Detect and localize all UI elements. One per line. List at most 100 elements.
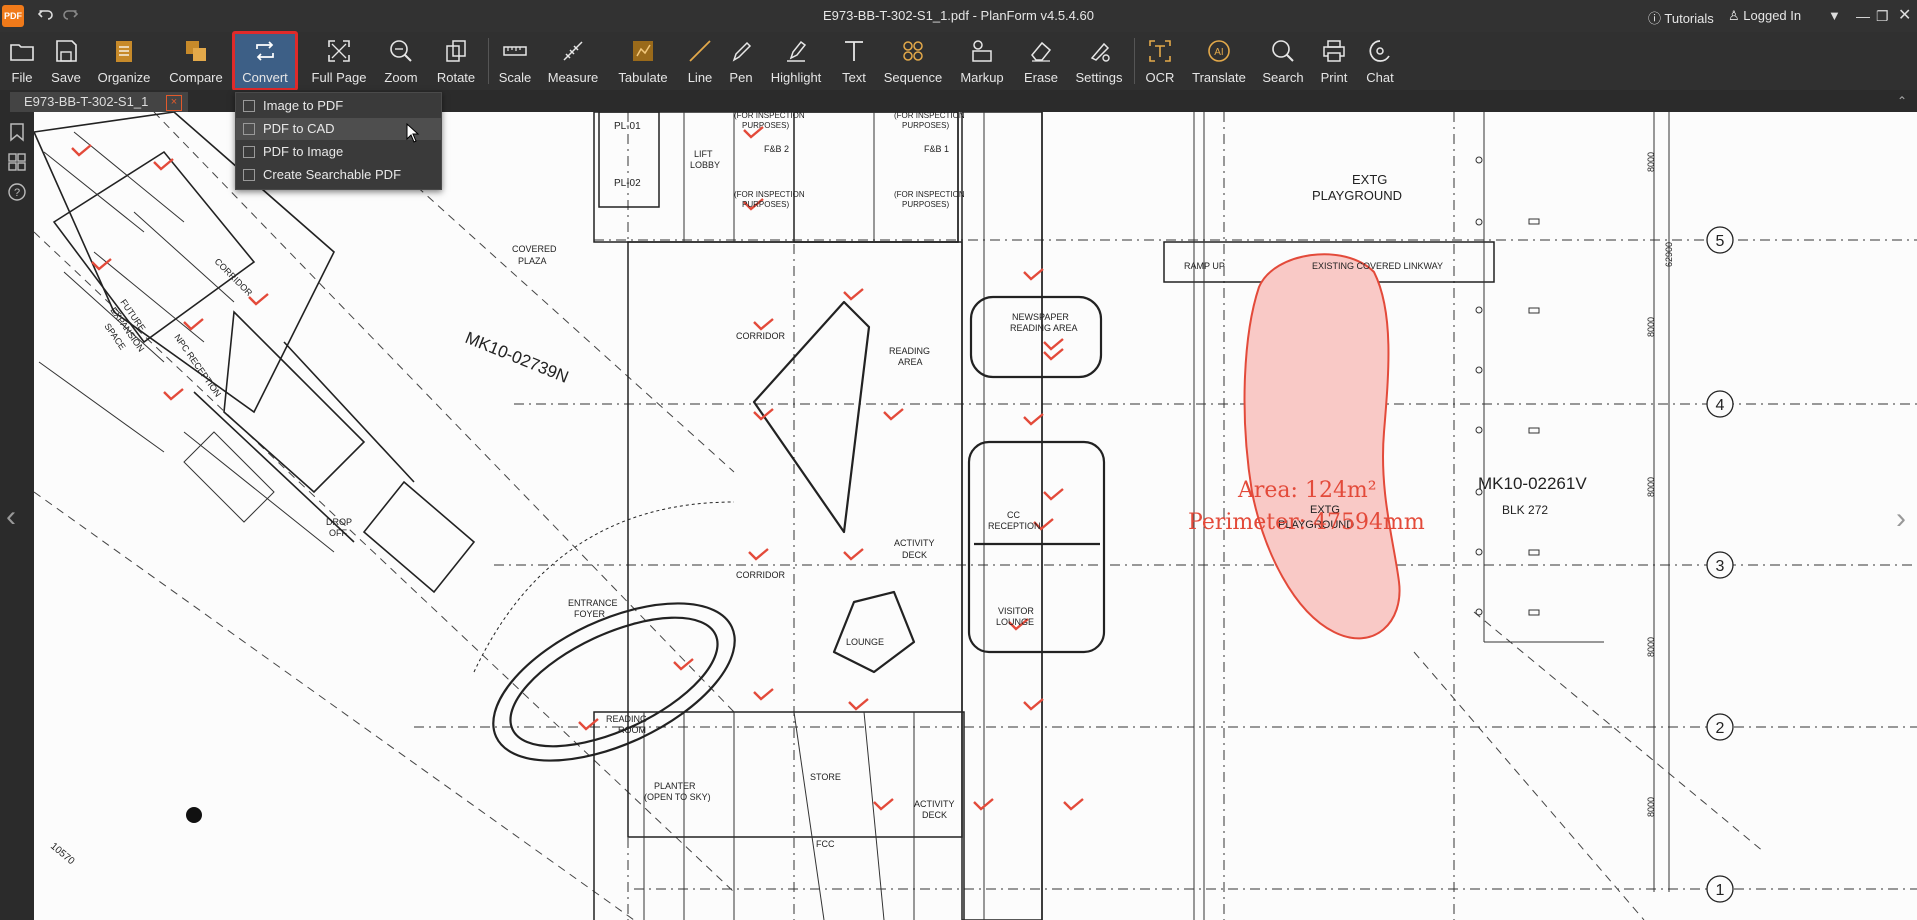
close-tab-icon[interactable]: × bbox=[166, 95, 182, 111]
next-page-arrow-icon[interactable]: › bbox=[1896, 502, 1906, 536]
convert-label: Convert bbox=[242, 70, 288, 85]
document-tab-name: E973-BB-T-302-S1_1 bbox=[24, 94, 149, 109]
erase-button[interactable]: Erase bbox=[1018, 32, 1064, 90]
grid-label-2: 2 bbox=[1716, 720, 1725, 737]
help-icon[interactable]: ? bbox=[7, 182, 27, 202]
label-for-inspection-4: (FOR INSPECTION bbox=[894, 190, 965, 199]
grid-label-3: 3 bbox=[1716, 558, 1725, 575]
scale-button[interactable]: Scale bbox=[494, 32, 536, 90]
menu-item-label: PDF to CAD bbox=[263, 121, 335, 136]
ai-translate-icon: AI bbox=[1208, 40, 1230, 62]
convert-button[interactable]: Convert bbox=[232, 31, 298, 91]
label-reading: READING bbox=[889, 346, 930, 356]
pen-icon bbox=[732, 41, 752, 62]
highlight-button[interactable]: Highlight bbox=[766, 32, 826, 90]
label-purposes-3: PURPOSES) bbox=[902, 121, 949, 130]
label-activity-2: ACTIVITY bbox=[914, 799, 955, 809]
zoom-button[interactable]: Zoom bbox=[380, 32, 422, 90]
user-icon: ♙ bbox=[1728, 8, 1740, 23]
settings-button[interactable]: Settings bbox=[1072, 32, 1126, 90]
undo-icon[interactable] bbox=[37, 6, 54, 26]
translate-button[interactable]: AI Translate bbox=[1188, 32, 1250, 90]
sequence-button[interactable]: Sequence bbox=[882, 32, 944, 90]
markup-button[interactable]: Markup bbox=[954, 32, 1010, 90]
label-dim-8000-2: 8000 bbox=[1646, 317, 1656, 337]
window-title: E973-BB-T-302-S1_1.pdf - PlanForm v4.5.4… bbox=[823, 8, 1094, 23]
chat-icon bbox=[1369, 40, 1390, 62]
label-deck-2: DECK bbox=[922, 810, 947, 820]
label-drop: DROP bbox=[326, 517, 352, 527]
measure-button[interactable]: Measure bbox=[544, 32, 602, 90]
line-button[interactable]: Line bbox=[684, 32, 716, 90]
menu-item-image-to-pdf[interactable]: Image to PDF bbox=[236, 95, 441, 117]
file-button[interactable]: File bbox=[2, 32, 42, 90]
menu-item-create-searchable-pdf[interactable]: Create Searchable PDF bbox=[236, 164, 441, 186]
label-corridor-1: CORRIDOR bbox=[736, 331, 785, 341]
label-foyer: FOYER bbox=[574, 609, 606, 619]
tabulate-button[interactable]: Tabulate bbox=[612, 32, 674, 90]
erase-label: Erase bbox=[1024, 70, 1058, 85]
search-label: Search bbox=[1262, 70, 1304, 85]
full-page-button[interactable]: Full Page bbox=[310, 32, 368, 90]
document-tab[interactable]: E973-BB-T-302-S1_1 × bbox=[10, 92, 188, 112]
label-mk10-02739n: MK10-02739N bbox=[463, 328, 572, 387]
label-blk-272: BLK 272 bbox=[1502, 503, 1548, 517]
label-fcc: FCC bbox=[816, 839, 835, 849]
save-label: Save bbox=[51, 70, 81, 85]
restore-icon[interactable]: ❐ bbox=[1876, 6, 1889, 26]
label-fb2: F&B 2 bbox=[764, 144, 789, 154]
perimeter-measurement-label[interactable]: Perimeter: 47594mm bbox=[1188, 510, 1425, 535]
text-button[interactable]: Text bbox=[834, 32, 874, 90]
ocr-button[interactable]: OCR bbox=[1140, 32, 1180, 90]
image-file-icon bbox=[243, 100, 255, 112]
rotate-button[interactable]: Rotate bbox=[432, 32, 480, 90]
dropdown-menu-icon[interactable]: ▼ bbox=[1828, 6, 1841, 26]
zoom-icon bbox=[390, 40, 412, 62]
search-button[interactable]: Search bbox=[1260, 32, 1306, 90]
collapse-chevron-icon[interactable]: ⌃ bbox=[1897, 94, 1907, 108]
minimize-icon[interactable]: — bbox=[1856, 6, 1870, 26]
rotate-label: Rotate bbox=[436, 70, 476, 85]
account-link[interactable]: ♙ Logged In bbox=[1728, 8, 1801, 24]
area-measurement-label[interactable]: Area: 124m² bbox=[1238, 478, 1377, 503]
compare-button[interactable]: Compare bbox=[164, 32, 228, 90]
translate-label: Translate bbox=[1192, 70, 1246, 85]
bookmark-icon[interactable] bbox=[7, 122, 27, 142]
save-button[interactable]: Save bbox=[46, 32, 86, 90]
login-label: Logged In bbox=[1743, 8, 1802, 23]
save-icon bbox=[56, 40, 77, 62]
compare-icon bbox=[186, 41, 206, 61]
full-page-label: Full Page bbox=[311, 70, 367, 85]
tabulate-icon bbox=[633, 41, 653, 61]
prev-page-chevron-icon[interactable]: ‹ bbox=[6, 500, 16, 534]
mouse-cursor-icon bbox=[406, 123, 420, 143]
image-export-icon bbox=[243, 146, 255, 158]
menu-item-pdf-to-image[interactable]: PDF to Image bbox=[236, 141, 441, 163]
print-button[interactable]: Print bbox=[1314, 32, 1354, 90]
label-off: OFF bbox=[329, 528, 347, 538]
pdf-canvas[interactable]: 5 4 3 2 1 PL-01 PL-02 LIFT LOBBY (FOR IN… bbox=[34, 112, 1917, 920]
label-open-to-sky: (OPEN TO SKY) bbox=[644, 792, 711, 802]
label-planter: PLANTER bbox=[654, 781, 696, 791]
thumbnails-icon[interactable] bbox=[7, 152, 27, 172]
eraser-icon bbox=[1031, 41, 1052, 62]
label-pl02: PL-02 bbox=[614, 178, 641, 189]
close-window-icon[interactable]: ✕ bbox=[1898, 6, 1911, 26]
label-activity: ACTIVITY bbox=[894, 538, 935, 548]
organize-button[interactable]: Organize bbox=[94, 32, 154, 90]
pen-button[interactable]: Pen bbox=[724, 32, 758, 90]
ocr-icon bbox=[1149, 40, 1171, 62]
redo-icon[interactable] bbox=[62, 6, 79, 26]
label-ramp-up: RAMP UP bbox=[1184, 261, 1225, 271]
text-icon bbox=[845, 41, 863, 61]
text-label: Text bbox=[842, 70, 866, 85]
highlight-icon bbox=[787, 40, 807, 62]
tutorials-link[interactable]: ⓘ Tutorials bbox=[1648, 8, 1714, 27]
menu-item-label: Image to PDF bbox=[263, 98, 344, 113]
label-deck: DECK bbox=[902, 550, 927, 560]
measured-area-polygon[interactable] bbox=[1243, 253, 1401, 640]
label-reading-room: READING bbox=[606, 714, 647, 724]
label-lounge-2: LOUNGE bbox=[846, 637, 884, 647]
chat-button[interactable]: Chat bbox=[1360, 32, 1400, 90]
svg-text:AI: AI bbox=[1214, 47, 1223, 58]
